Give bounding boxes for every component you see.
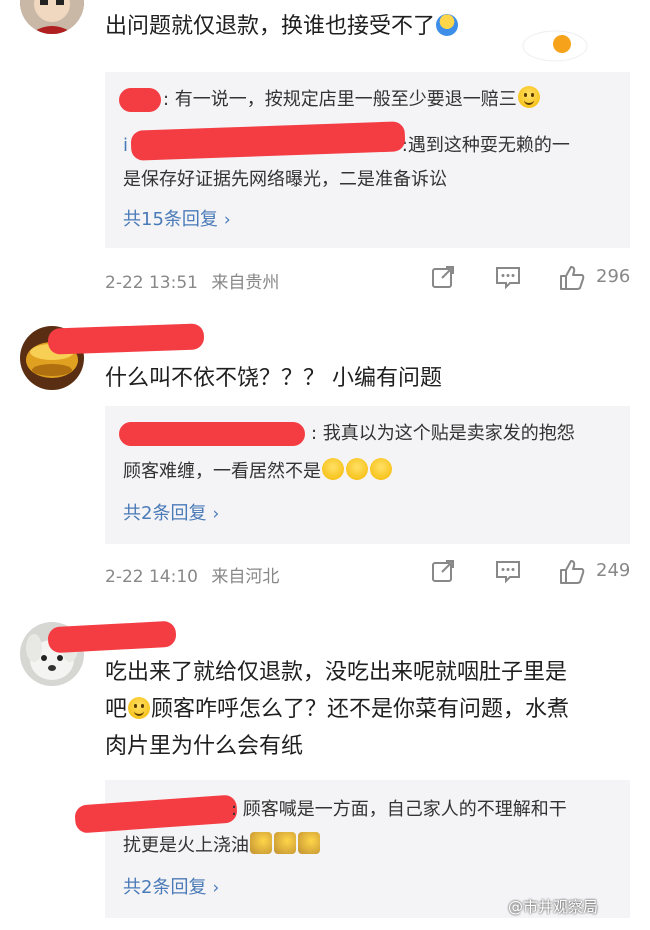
comment-meta: 2-22 13:51 来自贵州: [105, 268, 279, 293]
comment-actions: 249: [430, 558, 640, 588]
chevron-right-icon: ›: [212, 878, 220, 898]
location: 来自贵州: [211, 273, 280, 293]
laugh-cry-emoji-icon: [322, 458, 344, 480]
share-icon[interactable]: [430, 264, 456, 290]
chevron-right-icon: ›: [212, 504, 220, 524]
laugh-cry-emoji-icon: [346, 458, 368, 480]
redacted-username: [119, 88, 161, 112]
thumbs-up-icon[interactable]: [558, 558, 586, 586]
comment-3: 吃出来了就给仅退款，没吃出来呢就咽肚子里是 吧顾客咋呼怎么了？还不是你菜有问题，…: [0, 612, 650, 930]
thumbs-up-icon[interactable]: [558, 264, 586, 292]
chevron-right-icon: ›: [223, 210, 231, 230]
redacted-username: [119, 422, 305, 446]
fireworks-emoji-icon: [274, 832, 296, 854]
shrug-emoji-icon: [436, 14, 459, 36]
comment-body: 什么叫不依不饶？？？ 小编有问题: [105, 366, 442, 391]
comment-line-2: 吧顾客咋呼怎么了？还不是你菜有问题，水煮: [105, 697, 570, 722]
laugh-cry-emoji-icon: [370, 458, 392, 480]
reply-1[interactable]: : 我真以为这个贴是卖家发的抱怨: [311, 418, 611, 450]
comment-icon[interactable]: [494, 264, 522, 290]
reply-box: : 我真以为这个贴是卖家发的抱怨 顾客难缠，一看居然不是 共2条回复 ›: [105, 406, 630, 544]
comment-1: 出问题就仅退款，换谁也接受不了 : 有一说一，按规定店里一般至少要退一赔三 i …: [0, 0, 650, 310]
comment-2: 什么叫不依不饶？？？ 小编有问题 : 我真以为这个贴是卖家发的抱怨 顾客难缠，一…: [0, 318, 650, 608]
like-count: 249: [596, 560, 631, 581]
reply-prefix-fragment: i: [123, 135, 129, 156]
timestamp: 2-22 14:10: [105, 567, 198, 587]
comment-actions: 296: [430, 264, 640, 294]
reply-1-cont: 扰更是火上浇油: [123, 830, 618, 862]
reply-box: : 有一说一，按规定店里一般至少要退一赔三 i :遇到这种耍无赖的一 是保存好证…: [105, 72, 630, 248]
smile-emoji-icon: [517, 86, 540, 108]
reply-1-cont: 顾客难缠，一看居然不是: [123, 456, 618, 488]
reply-1[interactable]: : 顾客喊是一方面，自己家人的不理解和干: [231, 794, 623, 826]
like-count: 296: [596, 266, 631, 287]
redacted-username: [47, 620, 177, 654]
watermark: @市井观察局: [508, 898, 599, 916]
location: 来自河北: [211, 567, 280, 587]
comment-line-1: 吃出来了就给仅退款，没吃出来呢就咽肚子里是: [105, 660, 568, 685]
view-replies-link[interactable]: 共2条回复 ›: [123, 874, 219, 902]
comment-text: 什么叫不依不饶？？？ 小编有问题: [105, 360, 625, 397]
comment-body: 出问题就仅退款，换谁也接受不了: [105, 14, 436, 39]
timestamp: 2-22 13:51: [105, 273, 198, 293]
smile-emoji-icon: [128, 697, 151, 719]
fireworks-emoji-icon: [298, 832, 320, 854]
fried-egg-icon: [522, 30, 588, 62]
comment-meta: 2-22 14:10 来自河北: [105, 562, 279, 587]
comment-feed: 出问题就仅退款，换谁也接受不了 : 有一说一，按规定店里一般至少要退一赔三 i …: [0, 0, 650, 930]
avatar[interactable]: [20, 0, 84, 34]
avatar-image: [20, 0, 84, 34]
redacted-username: [47, 323, 205, 355]
comment-text: 吃出来了就给仅退款，没吃出来呢就咽肚子里是 吧顾客咋呼怎么了？还不是你菜有问题，…: [105, 654, 625, 765]
view-replies-link[interactable]: 共2条回复 ›: [123, 500, 219, 528]
comment-line-3: 肉片里为什么会有纸: [105, 734, 304, 759]
share-icon[interactable]: [430, 558, 456, 584]
fireworks-emoji-icon: [250, 832, 272, 854]
reply-1[interactable]: : 有一说一，按规定店里一般至少要退一赔三: [163, 84, 623, 116]
comment-icon[interactable]: [494, 558, 522, 584]
view-replies-link[interactable]: 共15条回复 ›: [123, 206, 231, 234]
reply-2-cont: 是保存好证据先网络曝光，二是准备诉讼: [123, 169, 447, 190]
redacted-username: [74, 794, 238, 834]
